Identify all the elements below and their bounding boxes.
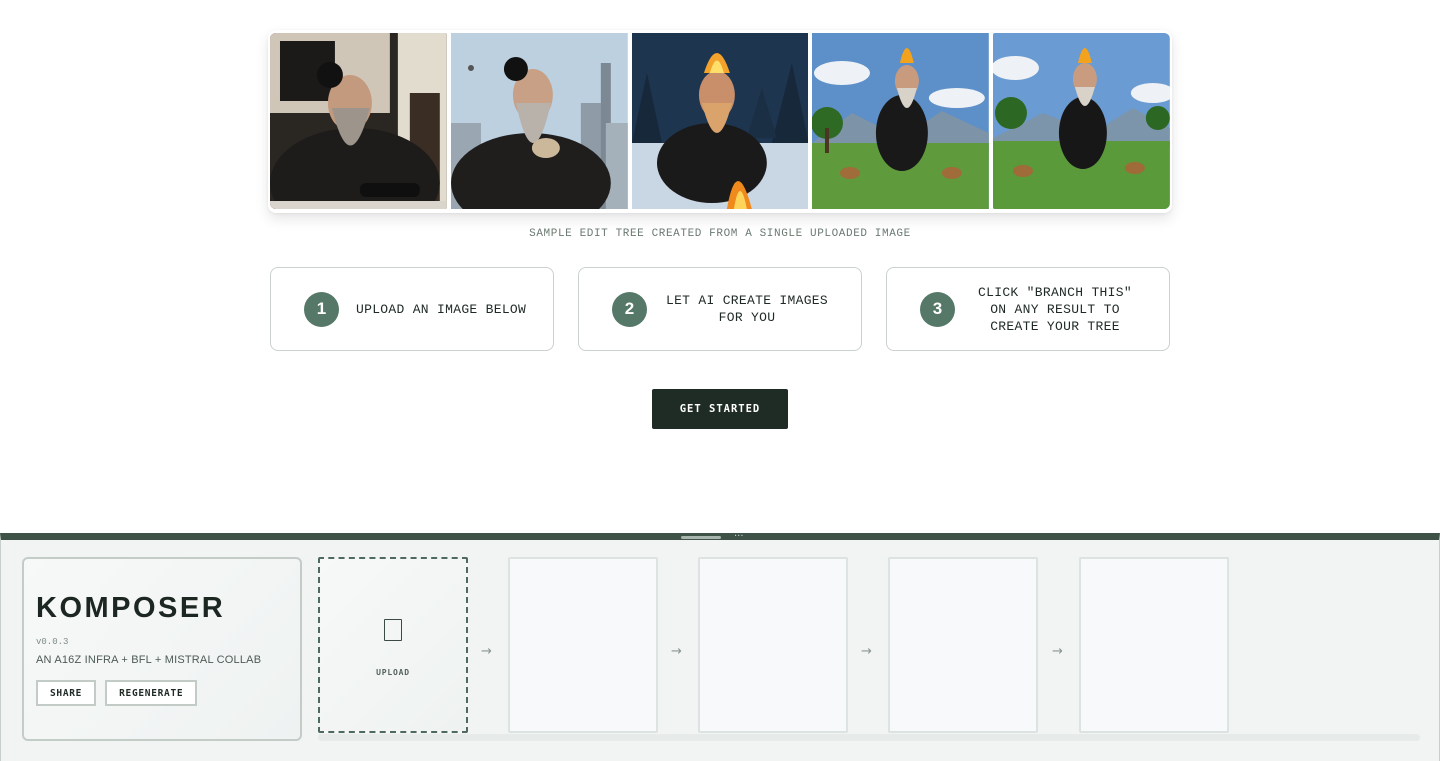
arrow-right-icon: →: [671, 644, 682, 659]
panel-more-icon[interactable]: ···: [734, 531, 744, 542]
share-button[interactable]: SHARE: [36, 680, 97, 706]
gallery-caption: SAMPLE EDIT TREE CREATED FROM A SINGLE U…: [529, 228, 911, 240]
regenerate-button[interactable]: REGENERATE: [105, 680, 198, 706]
brand-actions: SHARE REGENERATE: [36, 680, 300, 706]
step-card-1: 1 UPLOAD AN IMAGE BELOW: [270, 267, 554, 351]
composer-panel: ··· KOMPOSER v0.0.3 AN A16Z INFRA + BFL …: [0, 531, 1440, 761]
result-slot-2: [698, 557, 848, 733]
step-card-2: 2 LET AI CREATE IMAGES FOR YOU: [578, 267, 862, 351]
gallery-image-3: [631, 33, 809, 209]
gallery-image-4: [812, 33, 990, 209]
upload-label: UPLOAD: [376, 668, 410, 677]
step-card-3: 3 CLICK "BRANCH THIS" ON ANY RESULT TO CRE…: [886, 267, 1170, 351]
image-placeholder-icon: [384, 619, 402, 641]
result-slot-3: [888, 557, 1038, 733]
gallery-image-1: [270, 33, 447, 209]
step-text: CLICK "BRANCH THIS" ON ANY RESULT TO CREAT…: [978, 284, 1132, 334]
upload-dropzone[interactable]: UPLOAD: [318, 557, 468, 733]
step-number-badge: 1: [304, 291, 339, 327]
result-slot-1: [508, 557, 658, 733]
gallery-image-5: [993, 33, 1170, 209]
onboarding-steps: 1 UPLOAD AN IMAGE BELOW 2 LET AI CREATE …: [270, 267, 1170, 351]
step-text: LET AI CREATE IMAGES FOR YOU: [665, 293, 829, 325]
sample-edit-tree-gallery: [268, 30, 1172, 213]
app-version: v0.0.3: [36, 637, 69, 647]
arrow-right-icon: →: [1052, 644, 1063, 659]
app-tagline: AN A16Z INFRA + BFL + MISTRAL COLLAB: [36, 654, 262, 666]
horizontal-scrollbar[interactable]: [318, 734, 1420, 741]
arrow-right-icon: →: [861, 644, 872, 659]
brand-card: KOMPOSER v0.0.3 AN A16Z INFRA + BFL + MI…: [22, 557, 302, 741]
arrow-right-icon: →: [481, 644, 492, 659]
app-title: KOMPOSER: [36, 592, 226, 624]
step-number-badge: 2: [612, 291, 647, 327]
get-started-button[interactable]: GET STARTED: [652, 389, 788, 429]
panel-resize-handle[interactable]: [681, 536, 721, 539]
result-slot-4: [1079, 557, 1229, 733]
gallery-image-2: [450, 33, 628, 209]
step-text: UPLOAD AN IMAGE BELOW: [356, 301, 527, 317]
step-number-badge: 3: [920, 291, 955, 327]
